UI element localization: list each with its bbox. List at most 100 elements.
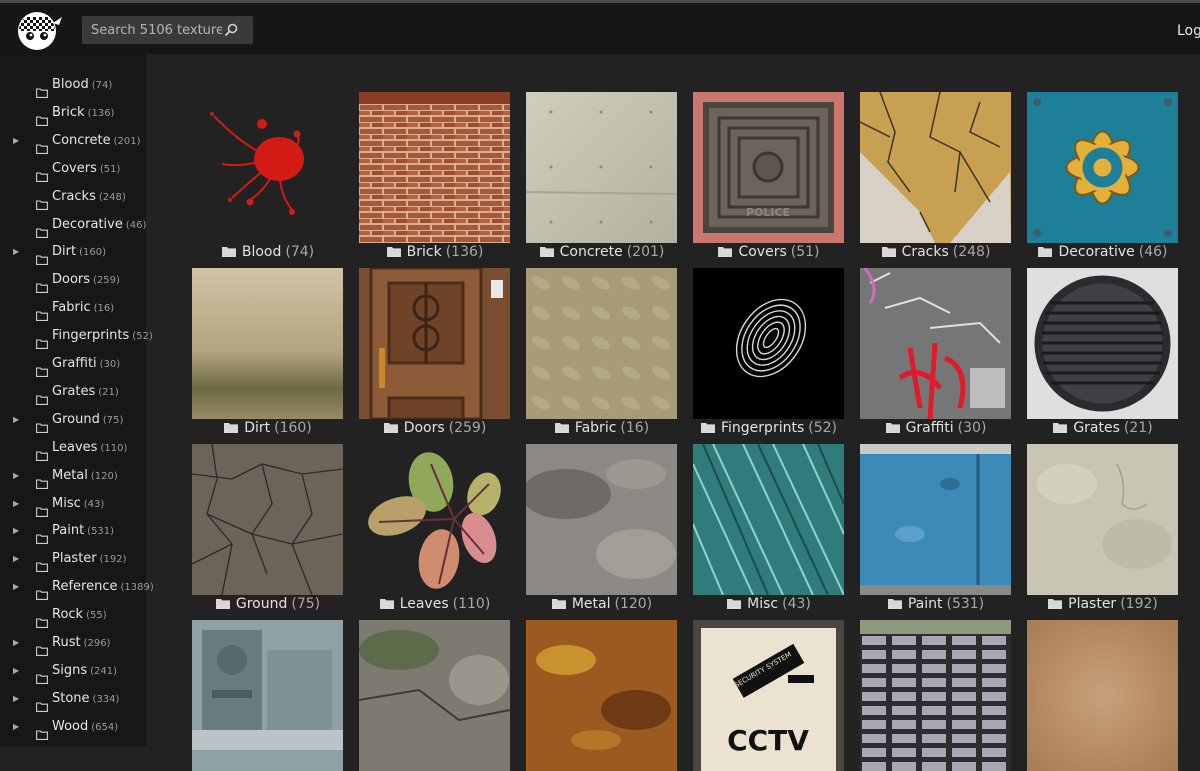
category-caption-grates[interactable]: Grates (21) <box>1020 418 1186 438</box>
sidebar-item-covers[interactable]: Covers (51) <box>0 156 146 182</box>
expand-arrow-icon[interactable]: ▶ <box>13 463 19 489</box>
expand-arrow-icon[interactable]: ▶ <box>13 686 19 712</box>
tile-concrete[interactable] <box>526 92 677 243</box>
sidebar-item-doors[interactable]: Doors (259) <box>0 267 146 294</box>
expand-arrow-icon[interactable]: ▶ <box>13 546 19 572</box>
category-caption-fabric[interactable]: Fabric (16) <box>519 418 685 438</box>
category-caption-concrete[interactable]: Concrete (201) <box>519 242 685 262</box>
folder-icon <box>885 419 900 433</box>
category-caption-leaves[interactable]: Leaves (110) <box>352 594 518 614</box>
tile-blood[interactable] <box>192 92 343 243</box>
tile-wood[interactable] <box>1027 620 1178 771</box>
sidebar-item-decorative[interactable]: Decorative (46) <box>0 212 146 238</box>
sidebar-item-label: Grates (21) <box>52 379 119 406</box>
sidebar-item-misc[interactable]: ▶ Misc (43) <box>0 491 146 517</box>
sidebar-item-leaves[interactable]: Leaves (110) <box>0 435 146 461</box>
category-caption-graffiti[interactable]: Graffiti (30) <box>853 418 1019 438</box>
sidebar-item-fabric[interactable]: Fabric (16) <box>0 295 146 322</box>
expand-arrow-icon[interactable]: ▶ <box>13 658 19 684</box>
search-box[interactable] <box>82 16 253 44</box>
sidebar-item-metal[interactable]: ▶ Metal (120) <box>0 463 146 489</box>
sidebar-item-ground[interactable]: ▶ Ground (75) <box>0 407 146 433</box>
tile-rust[interactable] <box>526 620 677 771</box>
expand-arrow-icon[interactable]: ▶ <box>13 239 19 265</box>
sidebar-item-wood[interactable]: ▶ Wood (654) <box>0 714 146 740</box>
sidebar-item-paint[interactable]: ▶ Paint (531) <box>0 518 146 545</box>
caption-name: Concrete <box>559 244 623 260</box>
expand-arrow-icon[interactable]: ▶ <box>13 518 19 544</box>
caption-name: Brick <box>406 244 442 260</box>
sidebar-item-concrete[interactable]: ▶ Concrete (201) <box>0 128 146 154</box>
tile-decorative[interactable] <box>1027 92 1178 243</box>
category-caption-misc[interactable]: Misc (43) <box>686 594 852 614</box>
site-logo-icon[interactable] <box>15 11 63 51</box>
sidebar-item-dirt[interactable]: ▶ Dirt (160) <box>0 239 146 266</box>
category-caption-brick[interactable]: Brick (136) <box>352 242 518 262</box>
category-caption-dirt[interactable]: Dirt (160) <box>185 418 351 438</box>
sidebar-item-cracks[interactable]: Cracks (248) <box>0 184 146 210</box>
sidebar-item-brick[interactable]: Brick (136) <box>0 100 146 126</box>
category-caption-fingerprints[interactable]: Fingerprints (52) <box>686 418 852 438</box>
sidebar-item-signs[interactable]: ▶ Signs (241) <box>0 658 146 684</box>
category-name: Reference <box>52 579 118 595</box>
sidebar-item-label: Rock (55) <box>52 602 107 629</box>
tile-covers[interactable]: POLICE <box>693 92 844 243</box>
tile-brick[interactable] <box>359 92 510 243</box>
tile-ground[interactable] <box>192 444 343 595</box>
tile-paint[interactable] <box>860 444 1011 595</box>
sidebar-item-fingerprints[interactable]: Fingerprints (52) <box>0 323 153 350</box>
tile-graffiti[interactable] <box>860 268 1011 419</box>
sidebar-item-blood[interactable]: Blood (74) <box>0 72 146 98</box>
sidebar-item-reference[interactable]: ▶ Reference (1389) <box>0 574 154 601</box>
tile-plaster[interactable] <box>1027 444 1178 595</box>
category-caption-covers[interactable]: Covers (51) <box>686 242 852 262</box>
tile-cracks[interactable] <box>860 92 1011 243</box>
category-caption-paint[interactable]: Paint (531) <box>853 594 1019 614</box>
sidebar-item-rust[interactable]: ▶ Rust (296) <box>0 630 146 656</box>
sidebar-item-stone[interactable]: ▶ Stone (334) <box>0 686 146 712</box>
tile-metal[interactable] <box>526 444 677 595</box>
sidebar-item-label: Covers (51) <box>52 156 120 183</box>
sidebar-item-label: Doors (259) <box>52 267 120 294</box>
tile-fingerprints[interactable] <box>693 268 844 419</box>
expand-arrow-icon[interactable]: ▶ <box>13 407 19 433</box>
sidebar-item-grates[interactable]: Grates (21) <box>0 379 146 405</box>
sidebar-item-rock[interactable]: Rock (55) <box>0 602 146 629</box>
folder-outline-icon <box>36 331 48 350</box>
tile-dirt[interactable] <box>192 268 343 419</box>
expand-arrow-icon[interactable]: ▶ <box>13 714 19 740</box>
search-input[interactable] <box>82 16 222 44</box>
expand-arrow-icon[interactable]: ▶ <box>13 128 19 154</box>
category-caption-blood[interactable]: Blood (74) <box>185 242 351 262</box>
category-name: Cracks <box>52 188 96 204</box>
tile-leaves[interactable] <box>359 444 510 595</box>
search-icon[interactable] <box>224 23 238 37</box>
sidebar-item-graffiti[interactable]: Graffiti (30) <box>0 351 146 377</box>
tile-grates[interactable] <box>1027 268 1178 419</box>
caption-name: Fabric <box>574 420 617 436</box>
misc-thumbnail <box>693 444 844 595</box>
category-caption-decorative[interactable]: Decorative (46) <box>1020 242 1186 262</box>
category-caption-cracks[interactable]: Cracks (248) <box>853 242 1019 262</box>
category-count: (259) <box>93 275 120 287</box>
tile-fabric[interactable] <box>526 268 677 419</box>
tile-signs[interactable]: SECURITY SYSTEM CCTV <box>693 620 844 771</box>
tile-stone[interactable] <box>860 620 1011 771</box>
tile-misc[interactable] <box>693 444 844 595</box>
expand-arrow-icon[interactable]: ▶ <box>13 630 19 656</box>
category-caption-doors[interactable]: Doors (259) <box>352 418 518 438</box>
tile-rust-machine[interactable] <box>192 620 343 771</box>
sidebar-item-plaster[interactable]: ▶ Plaster (192) <box>0 546 146 573</box>
category-caption-ground[interactable]: Ground (75) <box>185 594 351 614</box>
tile-doors[interactable] <box>359 268 510 419</box>
tile-rock[interactable] <box>359 620 510 771</box>
category-caption-plaster[interactable]: Plaster (192) <box>1020 594 1186 614</box>
category-name: Decorative <box>52 216 123 232</box>
login-link[interactable]: Logi <box>1177 23 1200 39</box>
category-caption-metal[interactable]: Metal (120) <box>519 594 685 614</box>
sidebar-item-label: Blood (74) <box>52 72 112 99</box>
caption-count: (21) <box>1123 420 1153 436</box>
texture-grid: Blood (74) Brick (136) Concrete (201) PO… <box>146 54 1200 771</box>
expand-arrow-icon[interactable]: ▶ <box>13 574 19 600</box>
expand-arrow-icon[interactable]: ▶ <box>13 491 19 517</box>
